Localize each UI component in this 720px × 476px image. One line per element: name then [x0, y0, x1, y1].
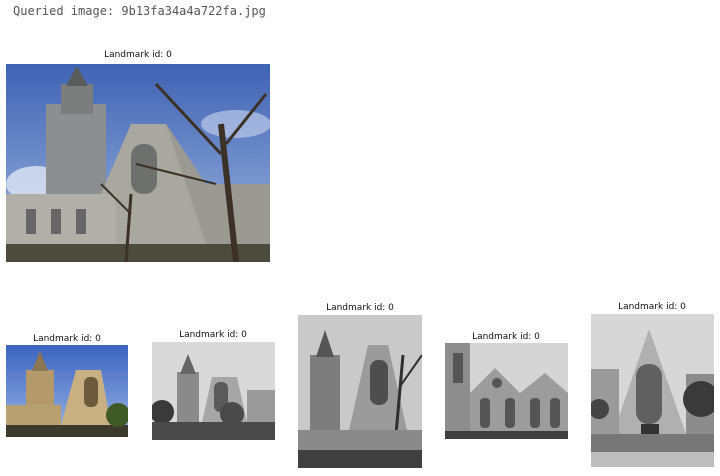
result-caption: Landmark id: 0 [33, 334, 101, 344]
query-image [6, 64, 270, 262]
result-image [445, 343, 568, 439]
result-image [298, 315, 422, 468]
result-image [152, 342, 275, 440]
result-image [6, 345, 128, 437]
query-image-caption: Landmark id: 0 [104, 50, 172, 60]
result-image [591, 314, 714, 467]
result-caption: Landmark id: 0 [326, 303, 394, 313]
query-filename-text: Queried image: 9b13fa34a4a722fa.jpg [13, 4, 266, 18]
result-caption: Landmark id: 0 [179, 330, 247, 340]
result-caption: Landmark id: 0 [472, 332, 540, 342]
result-caption: Landmark id: 0 [618, 302, 686, 312]
